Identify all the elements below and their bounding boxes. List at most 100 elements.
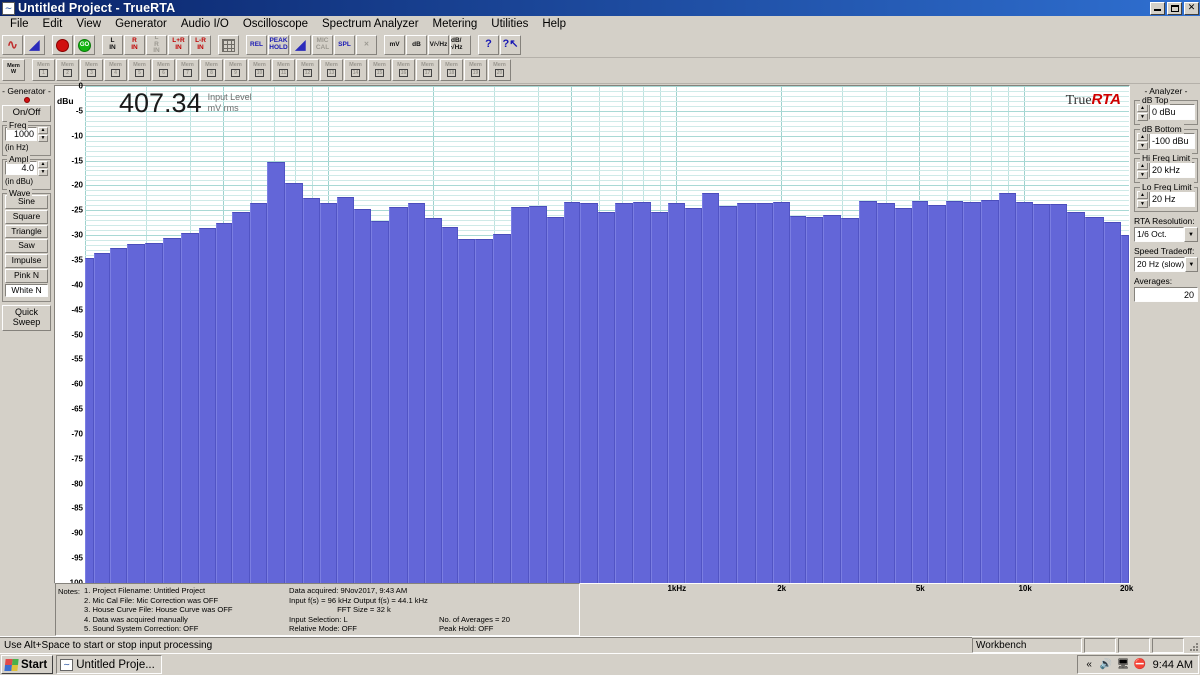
minimize-button[interactable]	[1150, 1, 1165, 15]
averages-input[interactable]: 20	[1134, 287, 1198, 302]
amplitude-stepper[interactable]: ▲ ▼	[38, 161, 48, 176]
memory-slot-button-8[interactable]: Mem 8	[200, 59, 223, 81]
db-bottom-step-down[interactable]: ▼	[1137, 142, 1148, 150]
waveform-option-white-noise[interactable]: White N	[5, 283, 48, 298]
db-bottom-input[interactable]: -100 dBu	[1149, 133, 1195, 149]
memory-new-button[interactable]: Mem W	[2, 59, 25, 81]
menu-item-metering[interactable]: Metering	[426, 17, 485, 31]
go-button[interactable]: GO	[74, 35, 95, 55]
rta-resolution-select[interactable]: 1/6 Oct. ▼	[1134, 227, 1198, 242]
lo-freq-limit-stepper[interactable]: ▲ ▼	[1137, 191, 1148, 208]
volume-icon[interactable]: 🔊	[1100, 658, 1113, 671]
millivolt-units-button[interactable]: mV	[384, 35, 405, 55]
lo-freq-limit-step-up[interactable]: ▲	[1137, 191, 1148, 199]
memory-slot-button-1[interactable]: Mem 1	[32, 59, 55, 81]
grid-toggle-button[interactable]	[218, 35, 239, 55]
waveform-option-triangle[interactable]: Triangle	[5, 224, 48, 239]
memory-slot-button-19[interactable]: Mem 19	[464, 59, 487, 81]
peak-hold-button[interactable]: PEAK HOLD	[268, 35, 289, 55]
menu-item-edit[interactable]: Edit	[36, 17, 70, 31]
record-button[interactable]	[52, 35, 73, 55]
memory-slot-button-12[interactable]: Mem 12	[296, 59, 319, 81]
chevron-down-icon[interactable]: ▼	[1184, 257, 1198, 272]
db-top-step-down[interactable]: ▼	[1137, 113, 1148, 121]
memory-slot-button-20[interactable]: Mem 20	[488, 59, 511, 81]
memory-slot-button-17[interactable]: Mem 17	[416, 59, 439, 81]
menu-item-utilities[interactable]: Utilities	[484, 17, 535, 31]
db-bottom-stepper[interactable]: ▲ ▼	[1137, 133, 1148, 150]
relative-mode-button[interactable]: REL	[246, 35, 267, 55]
frequency-step-up[interactable]: ▲	[38, 127, 48, 134]
menu-item-file[interactable]: File	[3, 17, 36, 31]
chart-canvas[interactable]: 407.34 Input Level mV rms TrueRTA	[85, 86, 1129, 583]
speed-tradeoff-select[interactable]: 20 Hz (slow) ▼	[1134, 257, 1198, 272]
y-axis-tick-label: 0	[78, 81, 83, 91]
menu-item-oscilloscope[interactable]: Oscilloscope	[236, 17, 315, 31]
generator-waveform-button[interactable]: ∿	[2, 35, 23, 55]
left-input-button[interactable]: L IN	[102, 35, 123, 55]
frequency-stepper[interactable]: ▲ ▼	[38, 127, 48, 142]
spl-button[interactable]: SPL	[334, 35, 355, 55]
menu-item-spectrum-analyzer[interactable]: Spectrum Analyzer	[315, 17, 426, 31]
frequency-step-down[interactable]: ▼	[38, 135, 48, 142]
safely-remove-icon[interactable]: ⛔	[1134, 658, 1147, 671]
memory-slot-button-16[interactable]: Mem 16	[392, 59, 415, 81]
chevron-down-icon[interactable]: ▼	[1184, 227, 1198, 242]
memory-slot-button-2[interactable]: Mem 2	[56, 59, 79, 81]
waveform-option-saw[interactable]: Saw	[5, 239, 48, 254]
memory-slot-button-4[interactable]: Mem 4	[104, 59, 127, 81]
start-button[interactable]: Start	[1, 655, 54, 674]
menu-item-generator[interactable]: Generator	[108, 17, 174, 31]
context-help-button[interactable]: ?↖	[500, 35, 521, 55]
memory-slot-button-9[interactable]: Mem 9	[224, 59, 247, 81]
hi-freq-limit-step-down[interactable]: ▼	[1137, 171, 1148, 179]
amplitude-step-up[interactable]: ▲	[38, 161, 48, 168]
quick-sweep-button[interactable]: Quick Sweep	[2, 305, 51, 332]
left-right-input-button[interactable]: L R IN	[146, 35, 167, 55]
hi-freq-limit-step-up[interactable]: ▲	[1137, 162, 1148, 170]
db-per-root-hz-button[interactable]: dB/√Hz	[450, 35, 471, 55]
waveform-option-pink-noise[interactable]: Pink N	[5, 268, 48, 283]
db-top-input[interactable]: 0 dBu	[1149, 104, 1195, 120]
left-plus-right-input-button[interactable]: L+R IN	[168, 35, 189, 55]
volts-per-root-hz-button[interactable]: V/√Hz	[428, 35, 449, 55]
hi-freq-limit-stepper[interactable]: ▲ ▼	[1137, 162, 1148, 179]
db-bottom-step-up[interactable]: ▲	[1137, 133, 1148, 141]
taskbar-item-truerta[interactable]: ∼ Untitled Proje...	[56, 655, 162, 674]
memory-slot-button-7[interactable]: Mem 7	[176, 59, 199, 81]
decibel-units-button[interactable]: dB	[406, 35, 427, 55]
clear-button[interactable]: ✕	[356, 35, 377, 55]
waveform-option-square[interactable]: Square	[5, 209, 48, 224]
hi-freq-limit-input[interactable]: 20 kHz	[1149, 162, 1195, 178]
network-icon[interactable]: 🖥	[1117, 658, 1130, 671]
waveform-option-impulse[interactable]: Impulse	[5, 254, 48, 268]
lo-freq-limit-input[interactable]: 20 Hz	[1149, 191, 1195, 207]
memory-slot-button-5[interactable]: Mem 5	[128, 59, 151, 81]
mic-cal-button[interactable]: MIC CAL	[312, 35, 333, 55]
memory-slot-button-10[interactable]: Mem 10	[248, 59, 271, 81]
waveform-icon: ∼	[2, 1, 15, 15]
tray-expand-icon[interactable]: «	[1083, 658, 1096, 671]
maximize-button[interactable]	[1167, 1, 1182, 15]
left-minus-right-input-button[interactable]: L-R IN	[190, 35, 211, 55]
memory-slot-button-13[interactable]: Mem 13	[320, 59, 343, 81]
right-input-button[interactable]: R IN	[124, 35, 145, 55]
spectrum-view-button[interactable]: ◢	[24, 35, 45, 55]
resize-grip-icon[interactable]	[1186, 638, 1200, 653]
memory-slot-button-3[interactable]: Mem 3	[80, 59, 103, 81]
db-top-stepper[interactable]: ▲ ▼	[1137, 104, 1148, 121]
memory-slot-button-14[interactable]: Mem 14	[344, 59, 367, 81]
memory-slot-button-15[interactable]: Mem 15	[368, 59, 391, 81]
memory-slot-button-18[interactable]: Mem 18	[440, 59, 463, 81]
lo-freq-limit-step-down[interactable]: ▼	[1137, 200, 1148, 208]
menu-item-view[interactable]: View	[69, 17, 108, 31]
memory-slot-button-6[interactable]: Mem 6	[152, 59, 175, 81]
memory-slot-button-11[interactable]: Mem 11	[272, 59, 295, 81]
amplitude-step-down[interactable]: ▼	[38, 169, 48, 176]
help-button[interactable]: ?	[478, 35, 499, 55]
menu-item-audio-io[interactable]: Audio I/O	[174, 17, 236, 31]
close-icon[interactable]: ✕	[1184, 1, 1199, 15]
bar-graph-button[interactable]: ◢	[290, 35, 311, 55]
db-top-step-up[interactable]: ▲	[1137, 104, 1148, 112]
menu-item-help[interactable]: Help	[535, 17, 573, 31]
